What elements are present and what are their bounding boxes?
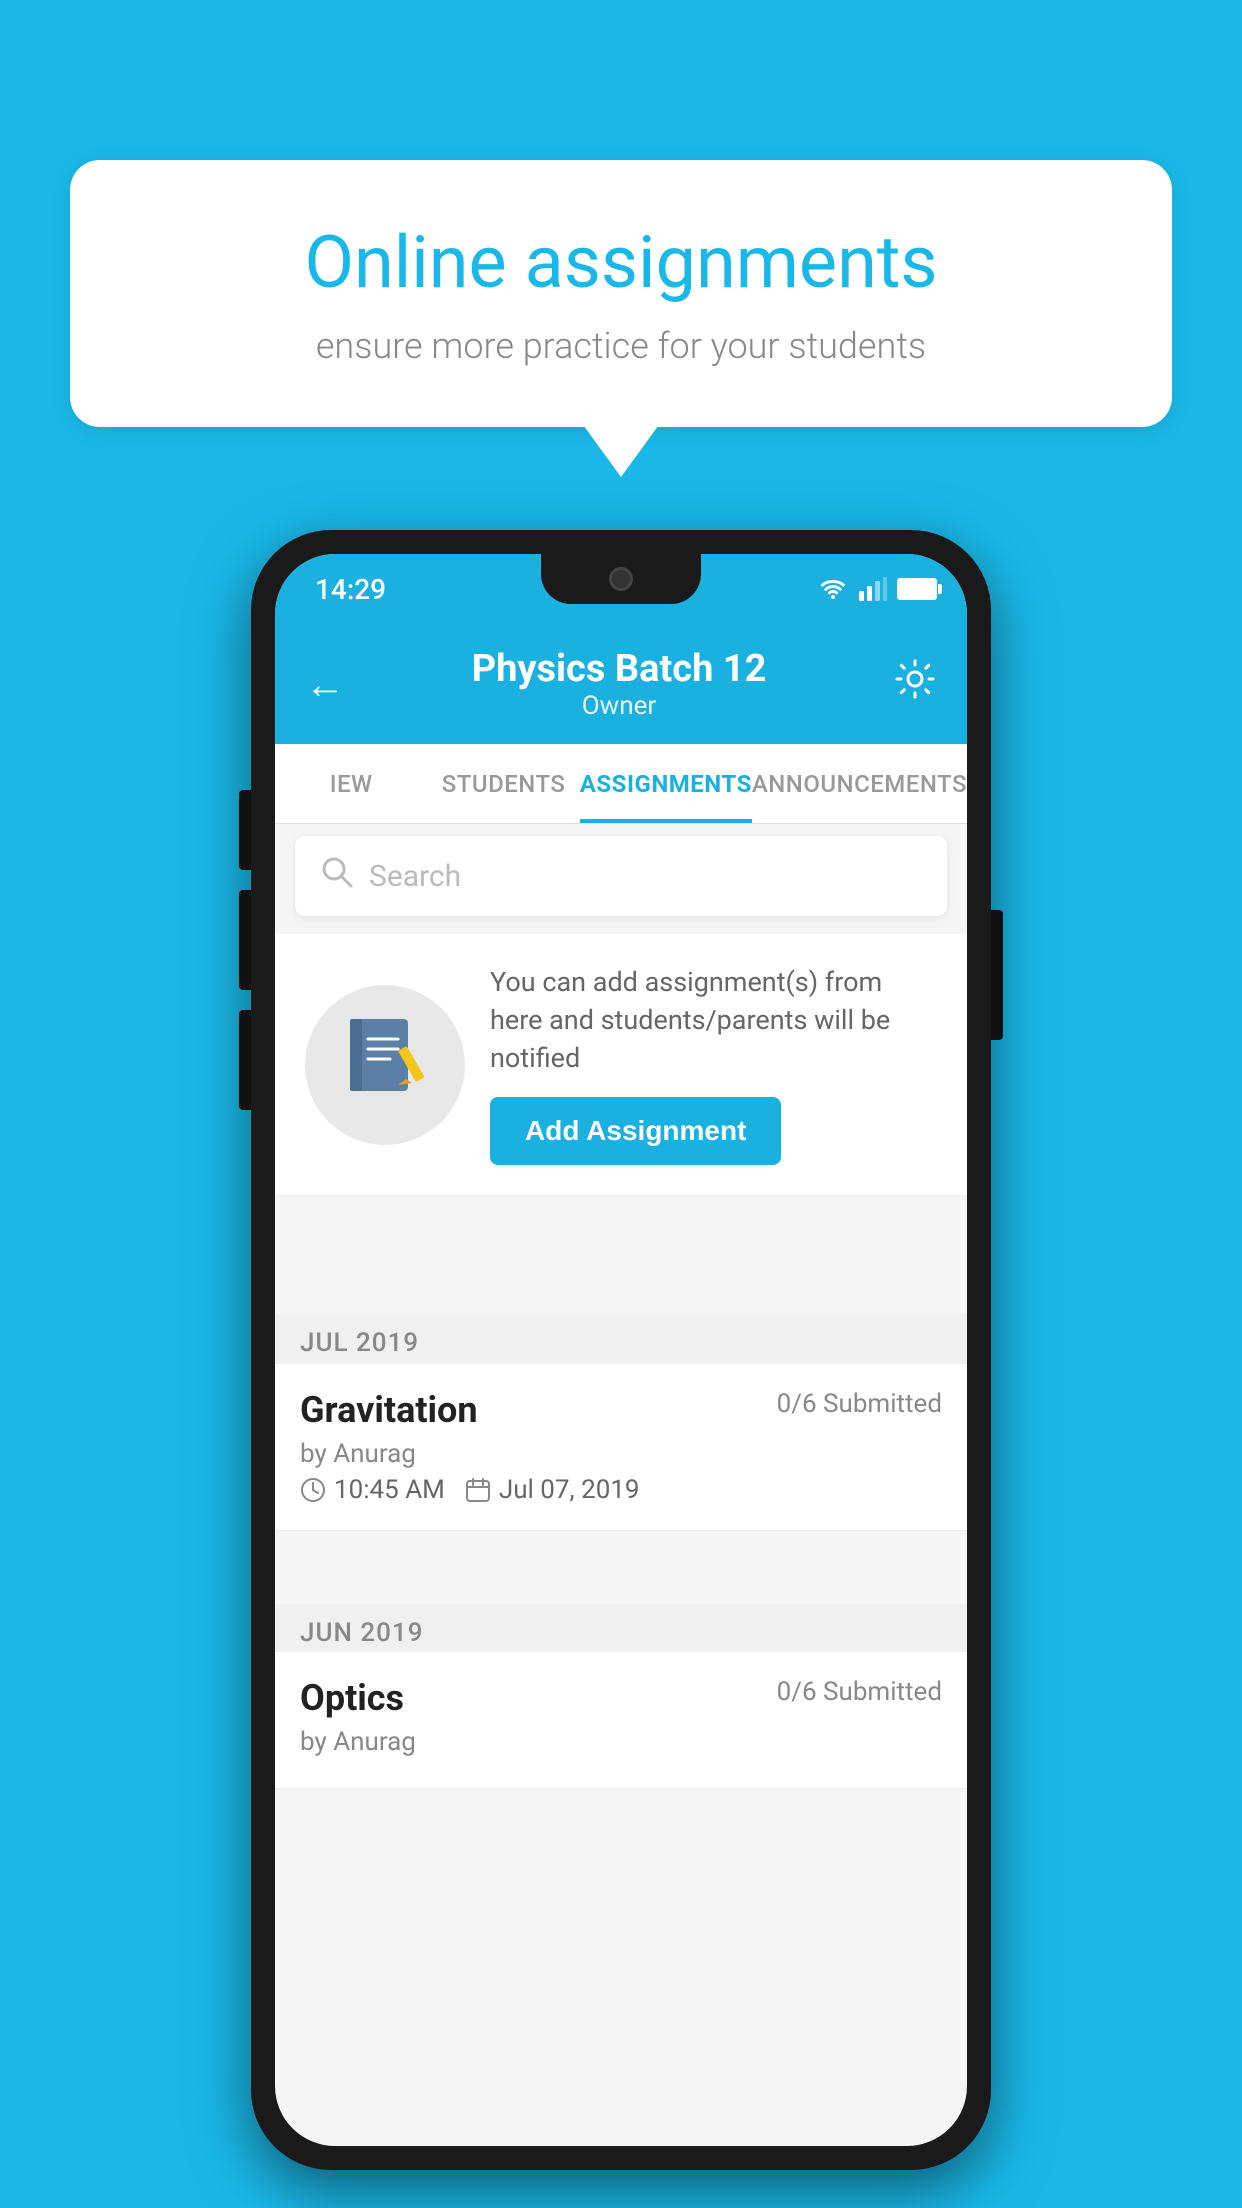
power-button[interactable]	[991, 910, 1003, 1040]
search-container[interactable]: Search	[295, 836, 947, 916]
month-label-jun: JUN 2019	[300, 1618, 423, 1648]
assignment-gravitation-header: Gravitation 0/6 Submitted	[300, 1389, 942, 1431]
promo-text-area: You can add assignment(s) from here and …	[490, 964, 937, 1165]
back-button[interactable]: ←	[305, 661, 345, 708]
tab-assignments[interactable]: ASSIGNMENTS	[580, 744, 752, 823]
assignment-optics-author: by Anurag	[300, 1727, 942, 1757]
app-header: ← Physics Batch 12 Owner	[275, 624, 967, 744]
header-subtitle: Owner	[472, 691, 767, 721]
wifi-icon	[817, 577, 849, 601]
assignment-gravitation-title: Gravitation	[300, 1389, 478, 1431]
phone-outer: 14:29	[251, 530, 991, 2170]
screen-content: 14:29	[275, 554, 967, 2146]
promo-card: You can add assignment(s) from here and …	[275, 934, 967, 1196]
assignment-optics-header: Optics 0/6 Submitted	[300, 1677, 942, 1719]
phone-notch	[541, 554, 701, 604]
assignment-optics-title: Optics	[300, 1677, 404, 1719]
date-badge: Jul 07, 2019	[465, 1475, 640, 1505]
assignment-optics-submitted: 0/6 Submitted	[777, 1677, 942, 1707]
time-badge: 10:45 AM	[300, 1475, 445, 1505]
settings-icon[interactable]	[893, 657, 937, 711]
promo-icon-circle	[305, 985, 465, 1145]
status-time: 14:29	[305, 573, 386, 606]
speech-bubble-subtitle: ensure more practice for your students	[140, 325, 1102, 367]
status-icons	[817, 577, 937, 601]
signal-icon	[859, 577, 887, 601]
promo-description: You can add assignment(s) from here and …	[490, 964, 937, 1077]
gravitation-date: Jul 07, 2019	[499, 1475, 640, 1505]
header-title: Physics Batch 12	[472, 647, 767, 691]
front-camera	[609, 567, 633, 591]
vol-down-button[interactable]	[239, 1010, 251, 1110]
tab-iew[interactable]: IEW	[275, 744, 427, 823]
tabs-bar: IEW STUDENTS ASSIGNMENTS ANNOUNCEMENTS	[275, 744, 967, 824]
battery-icon	[897, 578, 937, 600]
add-assignment-button[interactable]: Add Assignment	[490, 1097, 781, 1165]
tab-announcements[interactable]: ANNOUNCEMENTS	[752, 744, 967, 823]
speech-bubble: Online assignments ensure more practice …	[70, 160, 1172, 427]
assignment-gravitation-author: by Anurag	[300, 1439, 942, 1469]
assignment-item-gravitation[interactable]: Gravitation 0/6 Submitted by Anurag 10:4…	[275, 1364, 967, 1531]
tab-students[interactable]: STUDENTS	[427, 744, 579, 823]
header-center: Physics Batch 12 Owner	[472, 647, 767, 721]
gravitation-time: 10:45 AM	[334, 1475, 445, 1505]
assignment-gravitation-submitted: 0/6 Submitted	[777, 1389, 942, 1419]
notebook-icon	[340, 1011, 430, 1119]
phone-container: 14:29	[251, 530, 991, 2170]
speech-bubble-area: Online assignments ensure more practice …	[70, 160, 1172, 427]
phone-screen: 14:29	[275, 554, 967, 2146]
vol-up-button[interactable]	[239, 890, 251, 990]
search-placeholder: Search	[369, 859, 461, 894]
search-icon	[320, 855, 354, 898]
speech-bubble-title: Online assignments	[140, 220, 1102, 305]
assignment-item-optics[interactable]: Optics 0/6 Submitted by Anurag	[275, 1652, 967, 1789]
month-label-jul: JUL 2019	[300, 1328, 419, 1358]
assignment-gravitation-time-date: 10:45 AM Jul 07, 2019	[300, 1475, 942, 1505]
